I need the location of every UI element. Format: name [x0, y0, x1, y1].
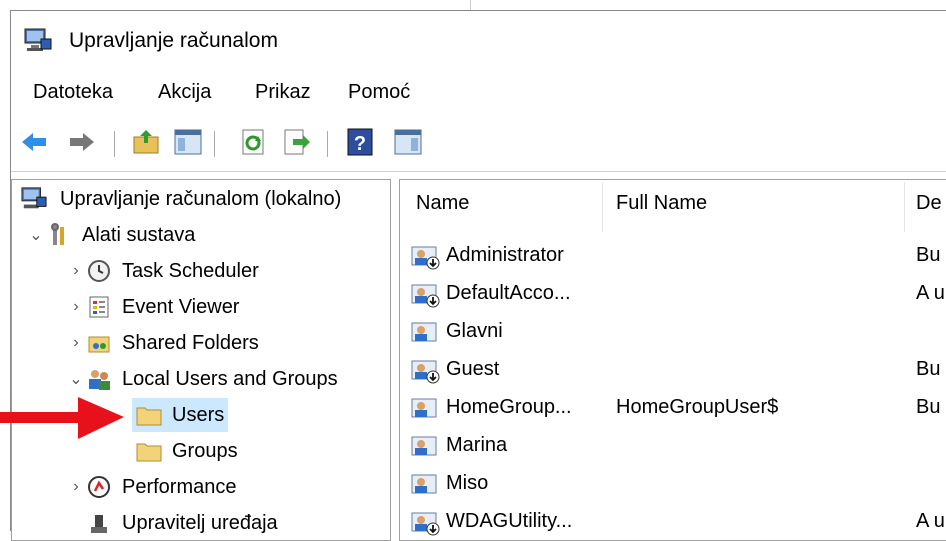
computer-management-window: Upravljanje računalom Datoteka Akcija Pr…	[10, 10, 946, 541]
user-icon	[411, 360, 440, 384]
menu-akcija[interactable]: Akcija	[158, 81, 211, 104]
menu-datoteka[interactable]: Datoteka	[33, 81, 113, 104]
table-row[interactable]: Marina	[410, 428, 946, 464]
chevron-down-icon[interactable]: ⌄	[66, 369, 86, 389]
table-row[interactable]: HomeGroup... HomeGroupUser$ Bu	[410, 390, 946, 426]
user-description: A u	[916, 510, 945, 532]
user-icon	[411, 474, 437, 494]
clock-icon	[86, 259, 112, 283]
tree-item-event-viewer[interactable]: › Event Viewer	[66, 290, 239, 324]
user-name: Guest	[446, 358, 500, 380]
tree-item-shared-folders[interactable]: › Shared Folders	[66, 326, 259, 360]
table-row[interactable]: Administrator Bu	[410, 238, 946, 274]
user-icon	[411, 322, 437, 342]
toolbar-separator	[214, 131, 215, 157]
show-hide-action-icon[interactable]	[393, 127, 423, 157]
tree-label: Shared Folders	[122, 331, 259, 354]
user-name: WDAGUtility...	[446, 510, 573, 532]
tree-label: Alati sustava	[82, 223, 196, 246]
export-list-icon[interactable]	[281, 127, 311, 157]
user-name: HomeGroup...	[446, 396, 572, 418]
svg-text:?: ?	[354, 133, 366, 155]
tree-item-device-manager[interactable]: Upravitelj uređaja	[86, 506, 278, 540]
chevron-right-icon[interactable]: ›	[66, 298, 86, 316]
computer-management-icon	[24, 28, 52, 51]
folder-icon	[136, 403, 162, 427]
user-icon	[411, 398, 437, 418]
tools-icon	[46, 223, 72, 247]
column-header-name[interactable]: Name	[416, 192, 469, 215]
table-row[interactable]: Guest Bu	[410, 352, 946, 388]
help-icon[interactable]: ?	[345, 127, 375, 157]
tree-item-local-users-groups[interactable]: ⌄ Local Users and Groups	[66, 362, 338, 396]
column-header-description[interactable]: De	[916, 192, 942, 215]
top-separator	[470, 0, 471, 10]
user-full-name: HomeGroupUser$	[616, 396, 779, 418]
menu-prikaz[interactable]: Prikaz	[255, 81, 311, 104]
table-row[interactable]: DefaultAcco... A u	[410, 276, 946, 312]
users-group-icon	[86, 367, 112, 391]
back-arrow-icon[interactable]	[19, 127, 49, 157]
column-separator[interactable]	[602, 182, 603, 232]
user-icon	[411, 512, 440, 536]
user-name: Administrator	[446, 244, 564, 266]
chevron-right-icon[interactable]: ›	[66, 262, 86, 280]
menu-pomoc[interactable]: Pomoć	[348, 81, 410, 104]
console-tree: Upravljanje računalom (lokalno) ⌄ Alati …	[11, 179, 391, 541]
table-row[interactable]: Miso	[410, 466, 946, 502]
folder-icon	[136, 439, 162, 463]
menu-bar: Datoteka Akcija Prikaz Pomoć	[11, 81, 946, 113]
top-strip	[0, 0, 946, 10]
user-icon	[411, 284, 440, 308]
tree-label: Performance	[122, 475, 237, 498]
tree-label: Upravitelj uređaja	[122, 511, 278, 534]
title-bar: Upravljanje računalom	[11, 11, 946, 73]
computer-management-icon	[18, 187, 50, 211]
tree-item-users[interactable]: Users	[132, 398, 229, 432]
user-name: Miso	[446, 472, 489, 494]
column-separator[interactable]	[904, 182, 905, 232]
user-description: A u	[916, 282, 945, 304]
tree-label: Groups	[172, 439, 238, 462]
toolbar-separator	[114, 131, 115, 157]
user-description: Bu	[916, 396, 941, 418]
tree-label: Local Users and Groups	[122, 367, 338, 390]
user-name: Glavni	[446, 320, 503, 342]
device-manager-icon	[86, 511, 112, 535]
red-arrow-annotation	[0, 397, 124, 439]
chevron-right-icon[interactable]: ›	[66, 334, 86, 352]
column-header-full-name[interactable]: Full Name	[616, 192, 707, 215]
tree-item-system-tools[interactable]: ⌄ Alati sustava	[26, 218, 195, 252]
forward-arrow-icon[interactable]	[67, 127, 97, 157]
chevron-right-icon[interactable]: ›	[66, 478, 86, 496]
user-name: Marina	[446, 434, 508, 456]
user-description: Bu	[916, 244, 941, 266]
shared-folder-icon	[86, 331, 112, 355]
tree-label: Upravljanje računalom (lokalno)	[60, 187, 342, 210]
user-name: DefaultAcco...	[446, 282, 571, 304]
tree-label: Users	[172, 403, 225, 426]
chevron-down-icon[interactable]: ⌄	[26, 225, 46, 245]
user-description: Bu	[916, 358, 941, 380]
tree-item-task-scheduler[interactable]: › Task Scheduler	[66, 254, 259, 288]
tree-label: Task Scheduler	[122, 259, 259, 282]
user-icon	[411, 436, 437, 456]
refresh-icon[interactable]	[239, 127, 269, 157]
tree-item-groups[interactable]: Groups	[136, 434, 238, 468]
event-viewer-icon	[86, 295, 112, 319]
table-row[interactable]: WDAGUtility... A u	[410, 504, 946, 540]
window-title: Upravljanje računalom	[69, 29, 278, 52]
toolbar-separator	[327, 131, 328, 157]
tree-item-performance[interactable]: › Performance	[66, 470, 237, 504]
tree-item-root[interactable]: Upravljanje računalom (lokalno)	[18, 182, 341, 216]
up-folder-icon[interactable]	[131, 127, 161, 157]
performance-icon	[86, 475, 112, 499]
table-row[interactable]: Glavni	[410, 314, 946, 350]
toolbar: ?	[11, 123, 946, 165]
toolbar-divider	[11, 171, 946, 172]
tree-label: Event Viewer	[122, 295, 240, 318]
show-hide-tree-icon[interactable]	[173, 127, 203, 157]
user-icon	[411, 246, 440, 270]
users-list-view: Name Full Name De Administrator Bu Default…	[399, 179, 946, 541]
